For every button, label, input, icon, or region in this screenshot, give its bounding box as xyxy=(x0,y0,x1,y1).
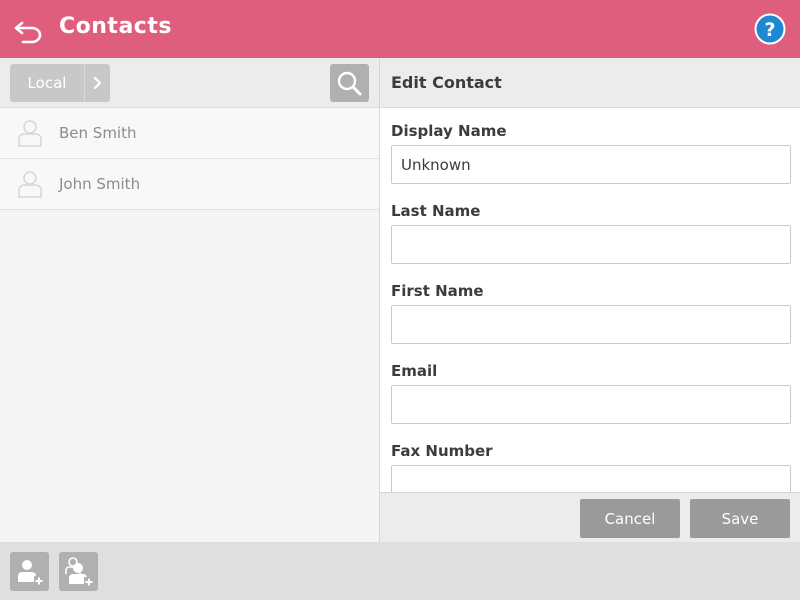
list-item[interactable]: Ben Smith xyxy=(0,108,379,159)
page-title: Contacts xyxy=(59,14,172,39)
contacts-list-pane: Local Ben Smith John Smith xyxy=(0,58,379,542)
display-name-field[interactable] xyxy=(391,145,791,184)
last-name-field[interactable] xyxy=(391,225,791,264)
email-label: Email xyxy=(391,362,438,380)
last-name-label: Last Name xyxy=(391,202,481,220)
back-arrow-icon[interactable] xyxy=(14,14,46,44)
edit-contact-header: Edit Contact xyxy=(380,58,800,108)
edit-contact-title: Edit Contact xyxy=(391,73,502,92)
bottom-toolbar xyxy=(0,542,800,600)
cancel-button[interactable]: Cancel xyxy=(580,499,680,538)
contact-list: Ben Smith John Smith xyxy=(0,108,379,210)
add-group-button[interactable] xyxy=(59,552,98,591)
fax-number-label: Fax Number xyxy=(391,442,493,460)
search-icon xyxy=(330,71,369,106)
save-button[interactable]: Save xyxy=(690,499,790,538)
first-name-field[interactable] xyxy=(391,305,791,344)
contact-form[interactable]: Display Name Last Name First Name Email … xyxy=(380,108,800,492)
contact-source-button[interactable]: Local xyxy=(10,64,110,102)
add-contact-button[interactable] xyxy=(10,552,49,591)
person-icon xyxy=(17,170,43,198)
contact-name: John Smith xyxy=(59,175,141,193)
add-group-icon xyxy=(59,557,98,595)
fax-number-field[interactable] xyxy=(391,465,791,492)
edit-contact-pane: Edit Contact Display Name Last Name Firs… xyxy=(379,58,800,542)
contact-name: Ben Smith xyxy=(59,124,137,142)
svg-text:?: ? xyxy=(764,19,775,41)
contact-source-label: Local xyxy=(27,74,67,92)
search-button[interactable] xyxy=(330,64,369,102)
email-field[interactable] xyxy=(391,385,791,424)
contacts-toolbar: Local xyxy=(0,58,379,108)
person-icon xyxy=(17,119,43,147)
app-header: Contacts ? xyxy=(0,0,800,58)
display-name-label: Display Name xyxy=(391,122,507,140)
add-contact-icon xyxy=(10,560,49,595)
chevron-right-icon xyxy=(85,64,110,102)
list-item[interactable]: John Smith xyxy=(0,159,379,210)
first-name-label: First Name xyxy=(391,282,484,300)
edit-contact-footer: Cancel Save xyxy=(380,492,800,542)
help-icon[interactable]: ? xyxy=(754,13,786,45)
